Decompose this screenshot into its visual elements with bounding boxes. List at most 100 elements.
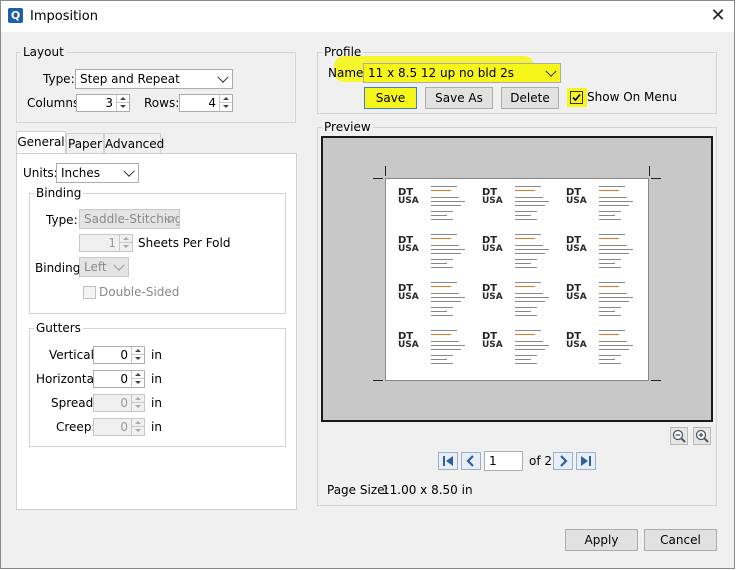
zoom-in-button[interactable]: [693, 427, 711, 445]
card-text-line: [599, 286, 619, 287]
previous-page-button[interactable]: [461, 452, 481, 470]
last-page-icon: [581, 456, 591, 466]
preview-legend: Preview: [324, 120, 371, 134]
sheets-per-fold-value: 1: [108, 236, 116, 250]
stepper-up-icon[interactable]: [131, 419, 144, 427]
stepper-up-icon[interactable]: [116, 95, 129, 103]
card-text-line: [431, 297, 465, 298]
card-text-line: [431, 345, 465, 346]
profile-name-select[interactable]: 11 x 8.5 12 up no bld 2s: [363, 63, 561, 83]
gutter-vertical-unit: in: [151, 348, 162, 362]
save-button[interactable]: Save: [364, 87, 417, 109]
gutter-horizontal-unit: in: [151, 372, 162, 386]
stepper-up-icon[interactable]: [131, 347, 144, 355]
card-text-line: [515, 234, 541, 235]
gutter-spread-stepper[interactable]: 0: [93, 394, 145, 412]
card-text-line: [431, 267, 453, 268]
card-text-line: [431, 249, 465, 250]
chevron-down-icon: [217, 71, 229, 83]
close-icon[interactable]: ✕: [707, 5, 729, 27]
cancel-button[interactable]: Cancel: [644, 529, 717, 551]
page-number-input[interactable]: 1: [484, 451, 523, 471]
stepper-up-icon[interactable]: [219, 95, 232, 103]
gutter-creep-stepper[interactable]: 0: [93, 418, 145, 436]
card-text-line: [431, 355, 453, 356]
gutter-spread-value: 0: [120, 396, 128, 410]
card-text-line: [515, 286, 535, 287]
preview-sheet: DT USA DT USA DT USA DT USA DT USA DT USA DT USA DT USA…: [385, 178, 649, 381]
card-text-line: [599, 297, 633, 298]
layout-type-select[interactable]: Step and Repeat: [75, 69, 233, 89]
preview-card: DT USA: [388, 229, 472, 275]
card-text-line: [515, 311, 531, 312]
card-text-line: [515, 201, 549, 202]
imposition-dialog: Q Imposition ✕ Layout Type: Step and Rep…: [0, 0, 735, 569]
card-text-line: [515, 190, 535, 191]
gutter-horizontal-stepper[interactable]: 0: [93, 370, 145, 388]
card-text-line: [515, 355, 537, 356]
stepper-down-icon[interactable]: [131, 427, 144, 435]
gutter-spread-unit: in: [151, 396, 162, 410]
stepper-down-icon[interactable]: [131, 403, 144, 411]
crop-mark: [651, 380, 661, 381]
card-text-line: [599, 245, 627, 246]
tab-paper[interactable]: Paper: [66, 133, 104, 154]
save-as-button[interactable]: Save As: [425, 87, 493, 109]
gutters-legend: Gutters: [36, 321, 81, 335]
first-page-button[interactable]: [438, 452, 458, 470]
card-text-line: [515, 219, 537, 220]
card-text-line: [515, 330, 541, 331]
crop-mark: [373, 380, 383, 381]
stepper-up-icon[interactable]: [119, 235, 132, 243]
page-size-label: Page Size:: [327, 483, 389, 497]
binding-side-select[interactable]: Left: [79, 257, 129, 277]
last-page-button[interactable]: [576, 452, 596, 470]
preview-card: DT USA: [556, 181, 640, 227]
card-text-line: [515, 211, 537, 212]
card-text-line: [431, 234, 457, 235]
double-sided-checkbox[interactable]: [83, 286, 96, 299]
tab-general[interactable]: General: [16, 131, 66, 154]
sheets-per-fold-stepper[interactable]: 1: [79, 234, 133, 252]
crop-mark: [373, 178, 383, 179]
binding-side-value: Left: [84, 260, 107, 274]
gutter-creep-unit: in: [151, 420, 162, 434]
next-page-button[interactable]: [553, 452, 573, 470]
gutter-vertical-label: Vertical:: [49, 348, 98, 362]
stepper-down-icon[interactable]: [116, 103, 129, 111]
card-text-line: [431, 211, 453, 212]
crop-mark: [385, 166, 386, 176]
card-text-line: [599, 349, 629, 350]
columns-stepper[interactable]: 3: [76, 94, 130, 112]
stepper-down-icon[interactable]: [119, 243, 132, 251]
tab-advanced[interactable]: Advanced: [104, 133, 164, 154]
gutter-spread-label: Spread:: [51, 396, 98, 410]
card-text-line: [431, 215, 447, 216]
card-text-line: [431, 293, 459, 294]
apply-button[interactable]: Apply: [565, 529, 638, 551]
layout-legend: Layout: [23, 45, 64, 59]
stepper-down-icon[interactable]: [219, 103, 232, 111]
stepper-down-icon[interactable]: [131, 379, 144, 387]
next-page-icon: [560, 455, 568, 467]
card-text-line: [431, 301, 461, 302]
card-text-line: [431, 219, 453, 220]
card-logo-bottom: USA: [566, 292, 587, 302]
card-logo-bottom: USA: [398, 292, 419, 302]
gutter-vertical-stepper[interactable]: 0: [93, 346, 145, 364]
rows-stepper[interactable]: 4: [179, 94, 233, 112]
units-select[interactable]: Inches: [56, 163, 139, 183]
show-on-menu-checkbox[interactable]: [570, 91, 583, 104]
card-text-line: [599, 215, 615, 216]
card-text-line: [599, 190, 619, 191]
stepper-up-icon[interactable]: [131, 371, 144, 379]
checkmark-icon: [572, 93, 581, 102]
binding-type-select[interactable]: Saddle-Stitching: [79, 209, 180, 229]
card-text-line: [599, 259, 621, 260]
stepper-up-icon[interactable]: [131, 395, 144, 403]
layout-type-value: Step and Repeat: [80, 72, 180, 86]
zoom-out-button[interactable]: [670, 427, 688, 445]
stepper-down-icon[interactable]: [131, 355, 144, 363]
card-text-line: [431, 205, 461, 206]
delete-button[interactable]: Delete: [501, 87, 559, 109]
